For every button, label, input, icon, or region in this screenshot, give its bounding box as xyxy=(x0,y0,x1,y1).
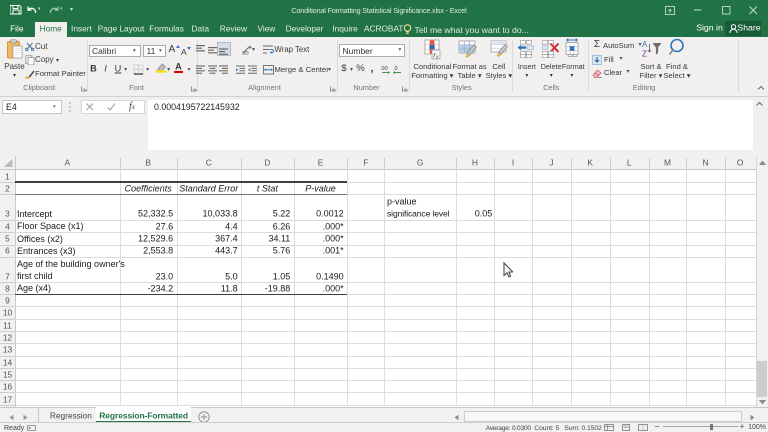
svg-text:A: A xyxy=(642,40,648,49)
svg-text:.00: .00 xyxy=(380,66,388,72)
svg-text:Z: Z xyxy=(642,50,647,59)
svg-text:ab: ab xyxy=(242,51,249,56)
svg-text:x: x xyxy=(435,55,439,61)
svg-text:.0: .0 xyxy=(393,66,398,72)
